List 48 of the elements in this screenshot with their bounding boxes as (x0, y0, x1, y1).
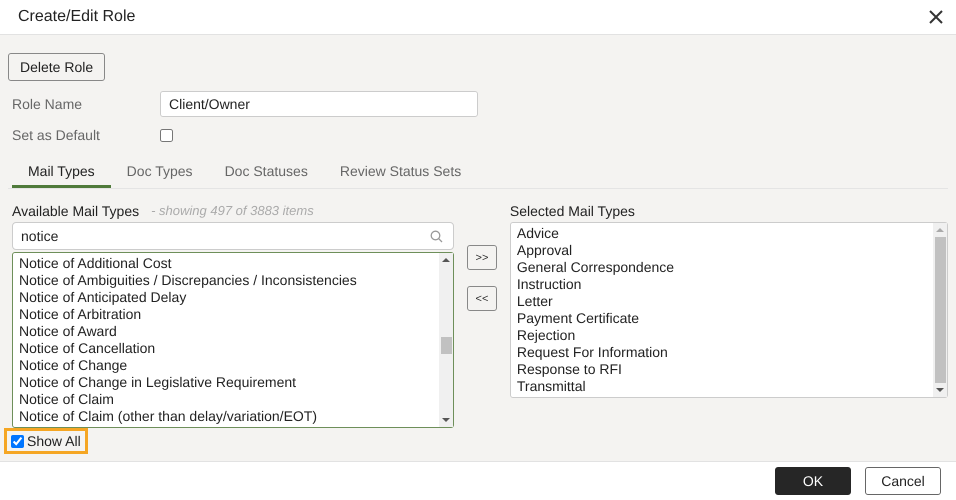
tab[interactable]: Doc Statuses (208, 157, 324, 188)
list-item[interactable]: Letter (516, 293, 927, 310)
move-button[interactable]: >> (466, 245, 497, 270)
list-item[interactable]: Notice of Change in Legislative Requirement (19, 374, 434, 391)
scroll-thumb[interactable] (934, 237, 946, 383)
list-item[interactable]: Notice of Change (19, 357, 434, 374)
list-item[interactable]: Instruction (516, 276, 927, 293)
ok-button[interactable]: OK (775, 467, 851, 495)
search-icon (430, 230, 444, 242)
cancel-button[interactable]: Cancel (865, 467, 941, 495)
role-name-label: Role Name (12, 96, 84, 112)
set-as-default-checkbox[interactable] (160, 128, 173, 142)
list-item[interactable]: Notice of Additional Cost (19, 255, 434, 272)
scrollbar[interactable] (933, 223, 947, 397)
move-button[interactable]: << (466, 286, 497, 311)
list-item[interactable]: Notice of Arbitration (19, 306, 434, 323)
list-item[interactable]: Notice of Anticipated Delay (19, 289, 434, 306)
item-count-note: - showing 497 of 3883 items (151, 203, 314, 220)
list-item[interactable]: General Correspondence (516, 259, 927, 276)
role-name-field[interactable]: Client/Owner (160, 91, 478, 117)
tab[interactable]: Doc Types (110, 157, 209, 188)
list-item[interactable]: Notice of Ambiguities / Discrepancies / Inconsistencies (19, 272, 434, 289)
scroll-thumb[interactable] (440, 337, 452, 354)
search-field[interactable]: notice (12, 222, 454, 250)
tab[interactable]: Mail Types (12, 157, 111, 188)
list-item[interactable]: Notice of Cancellation (19, 340, 434, 357)
list-item[interactable]: Request For Information (516, 344, 927, 361)
scrollbar[interactable] (439, 253, 454, 427)
list-item[interactable]: Notice of Award (19, 323, 434, 340)
list-item[interactable]: Notice of Claim (19, 391, 434, 408)
available-list-title: Available Mail Types (12, 203, 140, 221)
delete-role-button[interactable]: Delete Role (8, 53, 106, 81)
available-list[interactable] (12, 252, 454, 428)
list-item[interactable]: Transmittal (516, 378, 927, 395)
list-item[interactable]: Rejection (516, 327, 927, 344)
dialog-title: Create/Edit Role (18, 8, 136, 26)
list-item[interactable]: Advice (516, 225, 927, 242)
list-item[interactable]: Payment Certificate (516, 310, 927, 327)
show-all-checkbox[interactable] (11, 434, 24, 448)
tab[interactable]: Review Status Sets (324, 157, 478, 188)
selected-list[interactable]: Advice Approval General Correspondence Instruction Letter Payment Certificate Rejection Request For Information Response to RFI Transmittal (510, 222, 948, 398)
list-item[interactable]: Notice of Claim (other than delay/variation/EOT) (19, 408, 434, 425)
list-item[interactable]: Approval (516, 242, 927, 259)
set-as-default-label: Set as Default (12, 127, 101, 143)
selected-list-title: Selected Mail Types (510, 203, 635, 221)
list-item[interactable]: Response to RFI (516, 361, 927, 378)
show-all-label: Show All (27, 433, 81, 449)
close-icon[interactable] (929, 10, 943, 24)
